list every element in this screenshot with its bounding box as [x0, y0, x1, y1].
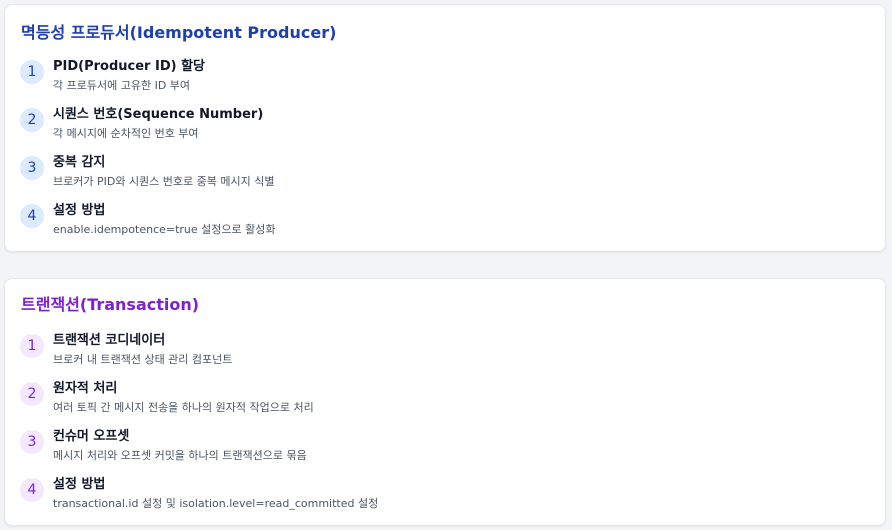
step-title: 트랜잭션 코디네이터: [53, 333, 166, 348]
step-number-badge: 2: [20, 382, 44, 406]
step-description: 각 메시지에 순차적인 번호 부여: [53, 127, 199, 140]
step-number-badge: 3: [20, 430, 44, 454]
step-title: 설정 방법: [53, 203, 106, 218]
step-description: 메시지 처리와 오프셋 커밋을 하나의 트랜잭션으로 묶음: [53, 449, 307, 462]
step-number-badge: 1: [20, 60, 44, 84]
step-title: 중복 감지: [53, 155, 106, 170]
step-title: 설정 방법: [53, 477, 106, 492]
step-title: 시퀀스 번호(Sequence Number): [53, 107, 264, 122]
step-description: 각 프로듀서에 고유한 ID 부여: [53, 79, 191, 92]
step-title: 컨슈머 오프셋: [53, 429, 130, 444]
step-number-badge: 4: [20, 478, 44, 502]
step-description: 여러 토픽 간 메시지 전송을 하나의 원자적 작업으로 처리: [53, 401, 314, 414]
step-title: 원자적 처리: [53, 381, 118, 396]
transaction-title: 트랜잭션(Transaction): [21, 295, 200, 314]
step-description: enable.idempotence=true 설정으로 활성화: [53, 223, 276, 236]
step-description: 브로커가 PID와 시퀀스 번호로 중복 메시지 식별: [53, 175, 275, 188]
step-description: 브로커 내 트랜잭션 상태 관리 컴포넌트: [53, 353, 233, 366]
idempotent-producer-title: 멱등성 프로듀서(Idempotent Producer): [21, 23, 337, 42]
step-description: transactional.id 설정 및 isolation.level=re…: [53, 497, 379, 510]
step-title: PID(Producer ID) 할당: [53, 59, 206, 74]
step-number-badge: 4: [20, 204, 44, 228]
transaction-card: 트랜잭션(Transaction) 1 트랜잭션 코디네이터 브로커 내 트랜잭…: [4, 278, 886, 526]
step-number-badge: 3: [20, 156, 44, 180]
step-number-badge: 1: [20, 334, 44, 358]
step-number-badge: 2: [20, 108, 44, 132]
idempotent-producer-card: 멱등성 프로듀서(Idempotent Producer) 1 PID(Prod…: [4, 4, 886, 252]
